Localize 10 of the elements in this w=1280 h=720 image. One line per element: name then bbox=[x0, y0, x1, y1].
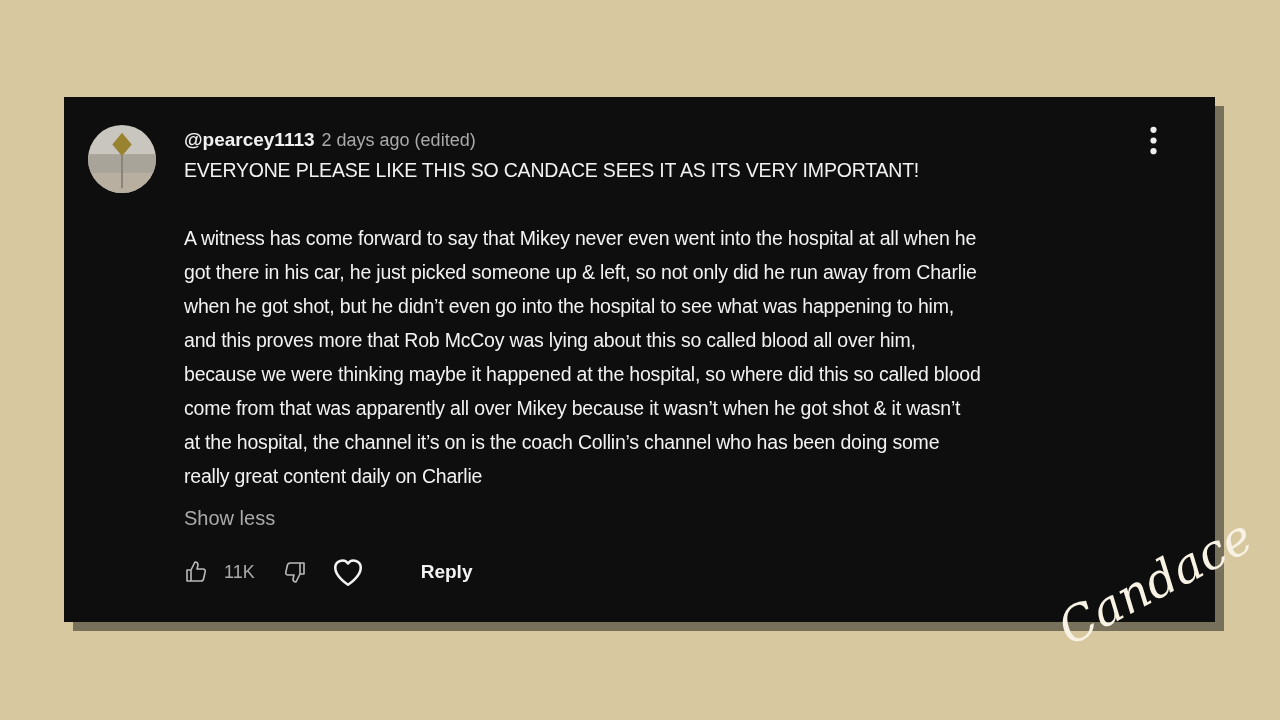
comment-author[interactable]: @pearcey1113 bbox=[184, 129, 315, 151]
thumbs-down-icon[interactable] bbox=[282, 560, 307, 584]
comment-text: EVERYONE PLEASE LIKE THIS SO CANDACE SEES IT AS ITS VERY IMPORTANT! bbox=[184, 158, 921, 183]
comment-time: 2 days ago (edited) bbox=[321, 130, 476, 151]
thumbs-up-icon[interactable] bbox=[184, 560, 208, 584]
comment-text: A witness has come forward to say that Mikey never even went into the hospital at all when he got there in his car, he just picked someone up & left, so not only did he run away from Charlie when he got shot, but he didn’t even go into the hospital to see what was happening to him, and this proves more that Rob McCoy was lying about this so called blood all over him, because we were thinking maybe it happened at the hospital, so where did this so called blood come from that was apparently all over Mikey because it wasn’t when he got shot & it wasn’t at the hospital, the channel it’s on is the coach Collin’s channel who has been doing some really great content daily on Charlie bbox=[184, 226, 981, 489]
show-less-link[interactable]: Show less bbox=[184, 507, 276, 530]
reply-button[interactable]: Reply bbox=[412, 555, 481, 589]
more-options-icon[interactable] bbox=[1149, 126, 1158, 155]
like-count: 11K bbox=[224, 561, 255, 583]
